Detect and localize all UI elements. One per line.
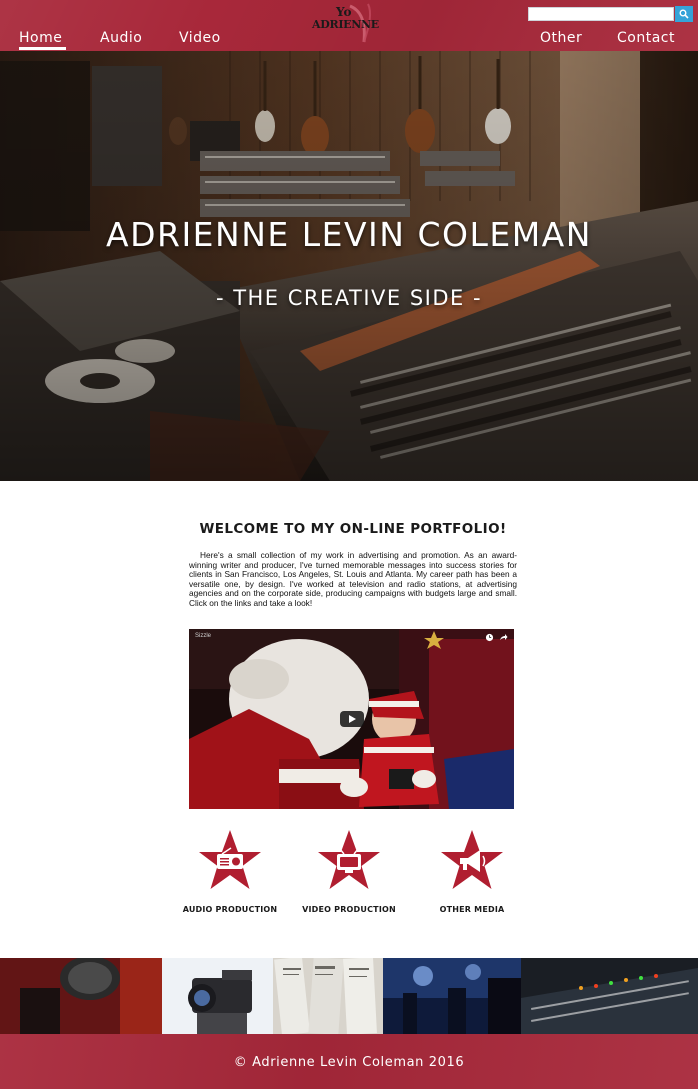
play-button[interactable] [340, 711, 364, 727]
radio-icon [199, 830, 261, 889]
video-player[interactable]: Sizzle [189, 629, 514, 809]
other-media-label: OTHER MEDIA [439, 905, 505, 914]
megaphone-icon [441, 830, 503, 889]
recording-studio-image [0, 51, 698, 481]
hero-banner: ADRIENNE LEVIN COLEMAN - THE CREATIVE SI… [0, 51, 698, 481]
nav-audio-link[interactable]: Audio [100, 30, 142, 46]
hero-title: ADRIENNE LEVIN COLEMAN [106, 215, 592, 254]
nav-other-link[interactable]: Other [540, 30, 582, 46]
tv-icon [318, 830, 380, 889]
audio-production-label: AUDIO PRODUCTION [182, 905, 278, 914]
play-icon [349, 715, 356, 723]
logo-text-name: ADRIENNE [312, 18, 379, 31]
site-footer: © Adrienne Levin Coleman 2016 [0, 1034, 698, 1089]
site-logo[interactable]: Yo ADRIENNE [306, 2, 384, 46]
watch-later-icon[interactable] [485, 633, 494, 642]
mixing-board-photo [521, 958, 698, 1034]
site-header: Home Audio Video Yo ADRIENNE Other Conta… [0, 0, 698, 51]
video-camera-photo [162, 958, 273, 1034]
search-icon [679, 9, 689, 19]
microphone-photo [0, 958, 162, 1034]
welcome-heading: WELCOME TO MY ON-LINE PORTFOLIO! [199, 521, 507, 537]
nav-contact-link[interactable]: Contact [617, 30, 675, 46]
search-button[interactable] [675, 6, 693, 22]
hero-subtitle: - THE CREATIVE SIDE - [215, 286, 483, 310]
logo-text-yo: Yo [336, 5, 352, 19]
audio-production-link[interactable]: AUDIO PRODUCTION [170, 829, 290, 919]
nav-home-link[interactable]: Home [19, 30, 62, 46]
concert-photo [383, 958, 521, 1034]
other-media-link[interactable]: OTHER MEDIA [412, 829, 532, 919]
share-icon[interactable] [499, 633, 508, 642]
intro-paragraph: Here's a small collection of my work in … [189, 550, 517, 608]
nav-video-link[interactable]: Video [179, 30, 221, 46]
copyright-text: © Adrienne Levin Coleman 2016 [233, 1055, 465, 1070]
search-input[interactable] [528, 7, 674, 21]
video-title: Sizzle [195, 633, 212, 639]
video-production-link[interactable]: VIDEO PRODUCTION [289, 829, 409, 919]
active-nav-indicator [19, 47, 66, 50]
video-production-label: VIDEO PRODUCTION [302, 905, 396, 914]
photo-strip [0, 958, 698, 1034]
newspapers-photo [273, 958, 383, 1034]
